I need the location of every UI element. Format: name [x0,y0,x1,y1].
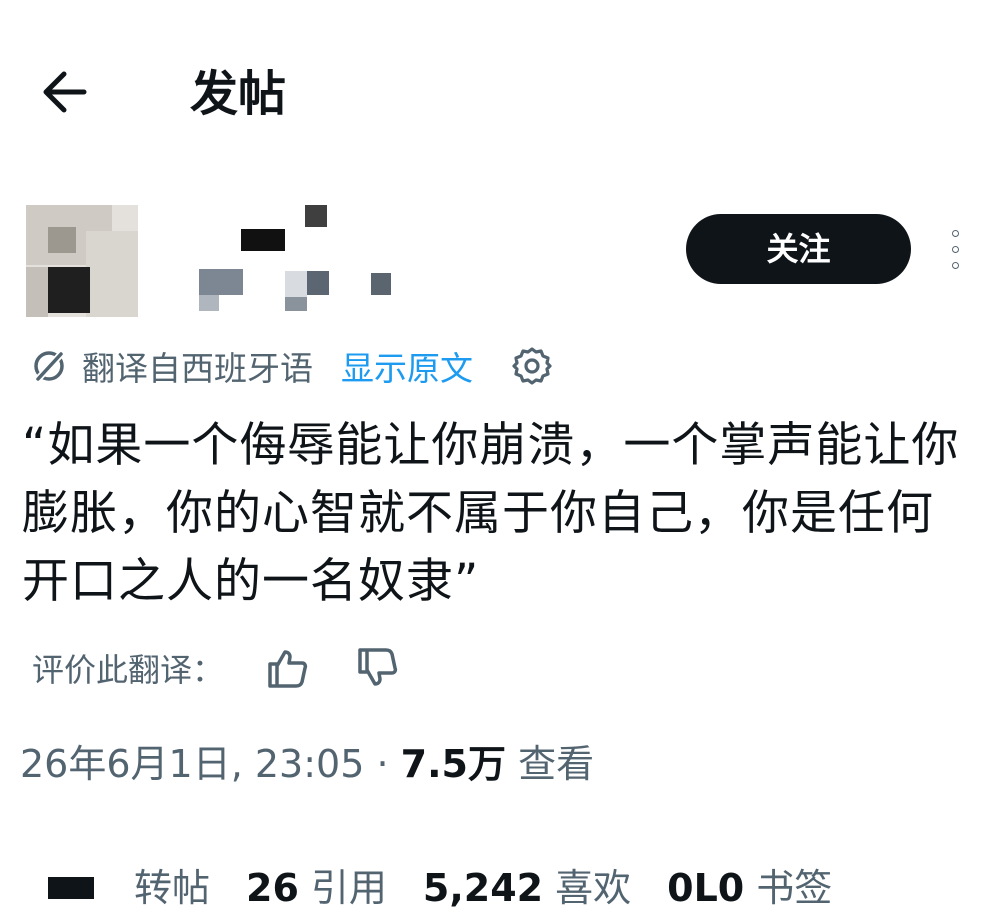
show-original-link[interactable]: 显示原文 [341,342,473,390]
reposts-label[interactable]: 转帖 [134,858,210,918]
rate-translation-label: 评价此翻译： [32,651,225,689]
more-vertical-icon [952,230,959,237]
more-dot [952,262,959,269]
thumbs-down-icon[interactable] [354,644,402,692]
post-timestamp[interactable]: 26年6月1日, 23:05 [20,742,364,786]
bookmarks-label[interactable]: 书签 [756,858,832,918]
follow-button[interactable]: 关注 [686,214,911,284]
likes-count[interactable]: 5,242 [423,858,543,918]
translation-bar: 翻译自西班牙语 显示原文 [30,340,553,392]
translate-icon [34,350,65,382]
quotes-count[interactable]: 26 [246,858,299,918]
post-meta: 26年6月1日, 23:05 · 7.5万 查看 [20,734,594,794]
redacted-count [48,877,94,899]
views-label: 查看 [518,742,595,786]
view-count: 7.5万 [400,742,506,786]
more-button[interactable] [944,228,968,272]
arrow-left-icon [43,71,87,113]
engagement-stats: 转帖 26 引用 5,242 喜欢 0L0 书签 [48,858,832,918]
meta-separator: · [364,742,401,786]
back-button[interactable] [36,62,96,122]
quotes-label[interactable]: 引用 [311,858,387,918]
translated-from-label: 翻译自西班牙语 [82,349,313,388]
thumbs-up-icon[interactable] [264,644,312,692]
bookmarks-count[interactable]: 0L0 [667,858,744,918]
page-title: 发帖 [190,66,287,122]
rate-translation: 评价此翻译： [32,640,402,696]
avatar[interactable] [26,205,138,317]
likes-label[interactable]: 喜欢 [555,858,631,918]
post-text: “如果一个侮辱能让你崩溃，一个掌声能让你膨胀，你的心智就不属于你自己，你是任何开… [22,418,960,609]
author-name[interactable] [195,205,405,315]
more-dot [952,246,959,253]
gear-icon[interactable] [511,345,553,387]
